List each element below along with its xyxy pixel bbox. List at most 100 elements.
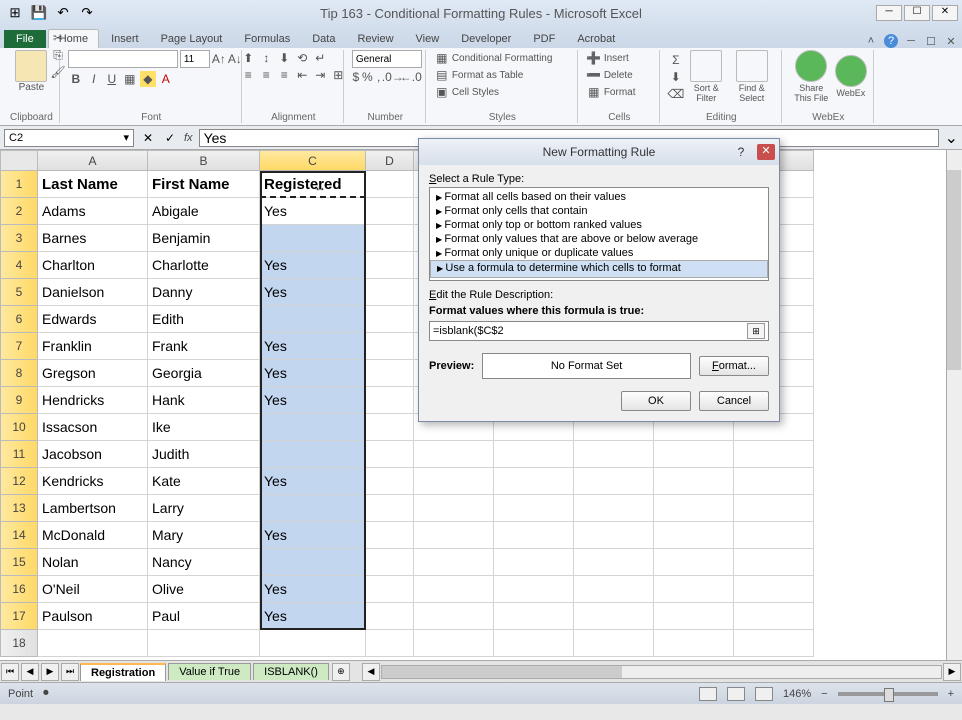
- cell-G17[interactable]: [574, 603, 654, 630]
- col-header-B[interactable]: B: [148, 150, 260, 171]
- align-center-icon[interactable]: ≡: [258, 67, 274, 83]
- copy-icon[interactable]: ⎘: [50, 47, 66, 63]
- enter-formula-icon[interactable]: ✓: [162, 130, 178, 146]
- new-sheet-icon[interactable]: ⊕: [332, 663, 350, 681]
- cell-I13[interactable]: [734, 495, 814, 522]
- cell-F18[interactable]: [494, 630, 574, 657]
- name-box[interactable]: C2▾: [4, 129, 134, 147]
- cell-B2[interactable]: Abigale: [148, 198, 260, 225]
- macro-record-icon[interactable]: ⏺: [43, 687, 49, 700]
- minimize-icon[interactable]: ─: [876, 5, 902, 21]
- number-format-select[interactable]: [352, 50, 422, 68]
- cell-styles-button[interactable]: ▣Cell Styles: [434, 84, 553, 100]
- cell-B8[interactable]: Georgia: [148, 360, 260, 387]
- sheet-tab-isblank[interactable]: ISBLANK(): [253, 663, 329, 680]
- row-header-3[interactable]: 3: [0, 225, 38, 252]
- align-bottom-icon[interactable]: ⬇: [276, 50, 292, 66]
- tab-pagelayout[interactable]: Page Layout: [151, 30, 233, 48]
- increase-font-icon[interactable]: A↑: [212, 51, 226, 67]
- cell-B12[interactable]: Kate: [148, 468, 260, 495]
- cell-E13[interactable]: [414, 495, 494, 522]
- cell-D10[interactable]: [366, 414, 414, 441]
- cell-A9[interactable]: Hendricks: [38, 387, 148, 414]
- cell-G12[interactable]: [574, 468, 654, 495]
- cell-F16[interactable]: [494, 576, 574, 603]
- vertical-scrollbar[interactable]: [946, 150, 962, 660]
- row-header-16[interactable]: 16: [0, 576, 38, 603]
- cell-C13[interactable]: [260, 495, 366, 522]
- expand-formula-icon[interactable]: ⌄: [945, 128, 958, 148]
- tab-review[interactable]: Review: [347, 30, 403, 48]
- rule-type-item-3[interactable]: Format only values that are above or bel…: [430, 232, 768, 246]
- row-header-10[interactable]: 10: [0, 414, 38, 441]
- zoom-out-icon[interactable]: −: [821, 688, 827, 700]
- row-header-9[interactable]: 9: [0, 387, 38, 414]
- cell-D11[interactable]: [366, 441, 414, 468]
- orientation-icon[interactable]: ⟲: [294, 50, 310, 66]
- align-left-icon[interactable]: ≡: [240, 67, 256, 83]
- cell-B13[interactable]: Larry: [148, 495, 260, 522]
- doc-minimize-icon[interactable]: ─: [904, 34, 918, 48]
- doc-restore-icon[interactable]: ☐: [924, 34, 938, 48]
- page-layout-view-icon[interactable]: [727, 687, 745, 701]
- cell-A15[interactable]: Nolan: [38, 549, 148, 576]
- cell-B5[interactable]: Danny: [148, 279, 260, 306]
- rule-type-item-5[interactable]: Use a formula to determine which cells t…: [430, 260, 768, 278]
- cell-E12[interactable]: [414, 468, 494, 495]
- cond-format-button[interactable]: ▦Conditional Formatting: [434, 50, 553, 66]
- help-icon[interactable]: ?: [884, 34, 898, 48]
- insert-button[interactable]: ➕Insert: [586, 50, 636, 66]
- italic-icon[interactable]: I: [86, 71, 102, 87]
- cell-I12[interactable]: [734, 468, 814, 495]
- cell-B16[interactable]: Olive: [148, 576, 260, 603]
- select-all-corner[interactable]: [0, 150, 38, 171]
- cell-D2[interactable]: [366, 198, 414, 225]
- row-header-7[interactable]: 7: [0, 333, 38, 360]
- zoom-level[interactable]: 146%: [783, 688, 811, 700]
- cell-A12[interactable]: Kendricks: [38, 468, 148, 495]
- row-header-4[interactable]: 4: [0, 252, 38, 279]
- cell-F15[interactable]: [494, 549, 574, 576]
- cell-B11[interactable]: Judith: [148, 441, 260, 468]
- dialog-help-icon[interactable]: ?: [731, 145, 751, 159]
- rule-type-item-2[interactable]: Format only top or bottom ranked values: [430, 218, 768, 232]
- fx-icon[interactable]: fx: [184, 132, 193, 144]
- find-select-button[interactable]: Find & Select: [729, 50, 775, 103]
- cell-H16[interactable]: [654, 576, 734, 603]
- cell-A18[interactable]: [38, 630, 148, 657]
- cell-D12[interactable]: [366, 468, 414, 495]
- zoom-slider[interactable]: [838, 692, 938, 696]
- sheet-nav-last-icon[interactable]: ⏭: [61, 663, 79, 681]
- cell-D15[interactable]: [366, 549, 414, 576]
- cell-A3[interactable]: Barnes: [38, 225, 148, 252]
- cell-D16[interactable]: [366, 576, 414, 603]
- cell-I18[interactable]: [734, 630, 814, 657]
- cell-C7[interactable]: Yes: [260, 333, 366, 360]
- format-button[interactable]: ▦Format: [586, 84, 636, 100]
- sheet-nav-first-icon[interactable]: ⏮: [1, 663, 19, 681]
- row-header-8[interactable]: 8: [0, 360, 38, 387]
- increase-decimal-icon[interactable]: .0→: [385, 69, 401, 85]
- tab-view[interactable]: View: [406, 30, 450, 48]
- range-selector-icon[interactable]: ⊞: [747, 323, 765, 339]
- cut-icon[interactable]: ✂: [50, 30, 66, 46]
- font-color-icon[interactable]: A: [158, 71, 174, 87]
- cell-A16[interactable]: O'Neil: [38, 576, 148, 603]
- qat-save-icon[interactable]: 💾: [30, 4, 48, 22]
- col-header-C[interactable]: C: [260, 150, 366, 171]
- row-header-5[interactable]: 5: [0, 279, 38, 306]
- underline-icon[interactable]: U: [104, 71, 120, 87]
- rule-type-item-1[interactable]: Format only cells that contain: [430, 204, 768, 218]
- cancel-formula-icon[interactable]: ✕: [140, 130, 156, 146]
- cell-E17[interactable]: [414, 603, 494, 630]
- cell-B10[interactable]: Ike: [148, 414, 260, 441]
- align-right-icon[interactable]: ≡: [276, 67, 292, 83]
- cell-A13[interactable]: Lambertson: [38, 495, 148, 522]
- doc-close-icon[interactable]: ✕: [944, 34, 958, 48]
- cell-A11[interactable]: Jacobson: [38, 441, 148, 468]
- cell-A7[interactable]: Franklin: [38, 333, 148, 360]
- cancel-button[interactable]: Cancel: [699, 391, 769, 411]
- cell-H13[interactable]: [654, 495, 734, 522]
- cell-H18[interactable]: [654, 630, 734, 657]
- font-name-select[interactable]: [68, 50, 178, 68]
